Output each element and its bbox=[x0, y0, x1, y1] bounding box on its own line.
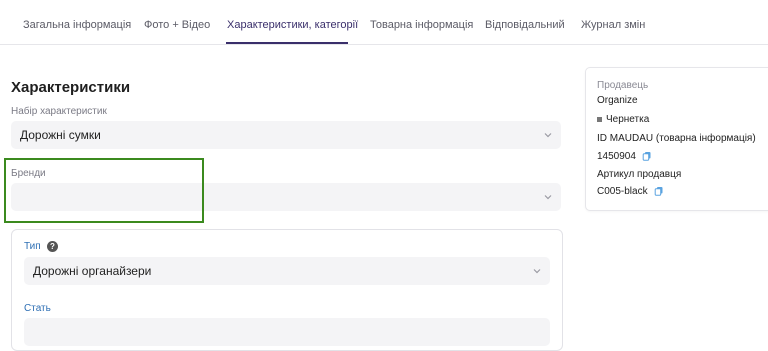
copy-icon[interactable] bbox=[642, 151, 652, 162]
status-badge: Чернетка bbox=[597, 114, 649, 125]
type-label: Тип bbox=[24, 241, 41, 252]
section-title: Характеристики bbox=[11, 79, 131, 96]
maudau-id-label: ID MAUDAU (товарна інформація) bbox=[597, 133, 756, 144]
chevron-down-icon bbox=[544, 133, 552, 138]
chevron-down-icon bbox=[544, 195, 552, 200]
maudau-id-row: 1450904 bbox=[597, 151, 652, 162]
copy-icon[interactable] bbox=[654, 186, 664, 197]
type-select[interactable]: Дорожні органайзери bbox=[24, 257, 550, 285]
seller-label: Продавець bbox=[597, 80, 649, 91]
type-value: Дорожні органайзери bbox=[33, 264, 152, 278]
tab-characteristics[interactable]: Характеристики, категорії bbox=[227, 19, 358, 31]
chevron-down-icon bbox=[533, 269, 541, 274]
feature-set-select[interactable]: Дорожні сумки bbox=[11, 121, 561, 149]
tab-bar: Загальна інформація Фото + Відео Характе… bbox=[0, 0, 768, 45]
maudau-id-value: 1450904 bbox=[597, 151, 636, 162]
status-dot bbox=[597, 116, 602, 122]
tab-responsible[interactable]: Відповідальний bbox=[485, 19, 565, 31]
seller-panel: Продавець Organize Чернетка ID MAUDAU (т… bbox=[585, 67, 768, 211]
article-row: C005-black bbox=[597, 186, 664, 197]
article-value: C005-black bbox=[597, 186, 648, 197]
active-tab-indicator bbox=[226, 42, 348, 44]
help-icon[interactable]: ? bbox=[47, 241, 58, 252]
status-text: Чернетка bbox=[606, 114, 650, 125]
gender-select[interactable] bbox=[24, 318, 550, 346]
article-label: Артикул продавця bbox=[597, 169, 682, 180]
feature-set-label: Набір характеристик bbox=[11, 106, 107, 117]
brands-highlight-box bbox=[4, 158, 204, 223]
tab-change-log[interactable]: Журнал змін bbox=[581, 19, 645, 31]
gender-label: Стать bbox=[24, 303, 51, 314]
tab-general[interactable]: Загальна інформація bbox=[23, 19, 131, 31]
tab-product-info[interactable]: Товарна інформація bbox=[370, 19, 473, 31]
seller-name: Organize bbox=[597, 95, 638, 106]
feature-set-value: Дорожні сумки bbox=[20, 128, 101, 142]
tab-photo-video[interactable]: Фото + Відео bbox=[144, 19, 210, 31]
